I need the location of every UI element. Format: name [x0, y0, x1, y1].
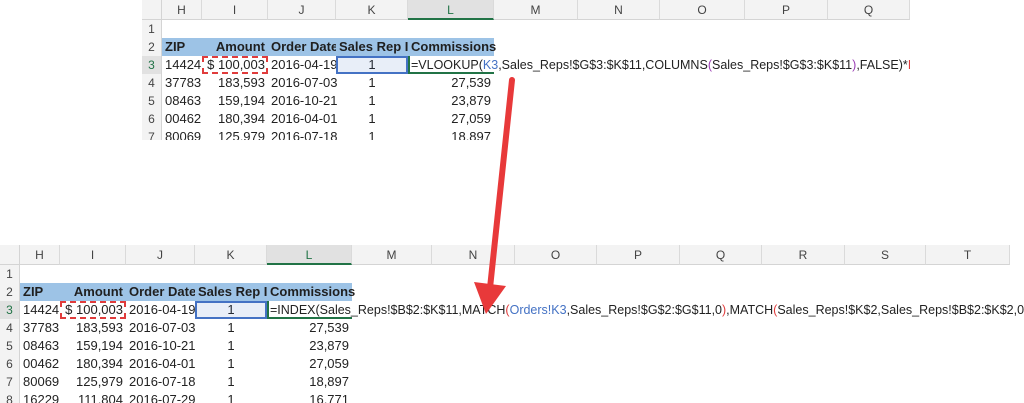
- arrow-icon: [474, 77, 515, 314]
